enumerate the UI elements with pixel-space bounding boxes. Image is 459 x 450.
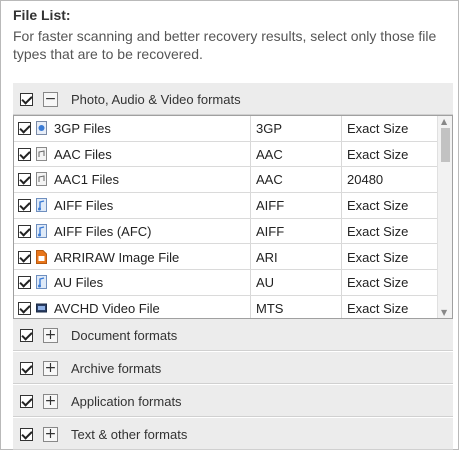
file-size: Exact Size — [347, 300, 409, 316]
file-name: AAC1 Files — [54, 172, 120, 188]
file-extension: AIFF — [256, 223, 285, 239]
group-checkbox[interactable] — [20, 428, 33, 441]
file-extension: AIFF — [256, 198, 285, 214]
row-checkbox[interactable] — [18, 173, 31, 187]
group-checkbox[interactable] — [20, 329, 33, 342]
group-label: Photo, Audio & Video formats — [71, 92, 241, 107]
file-name: AIFF Files — [54, 198, 114, 214]
music-file-icon — [36, 198, 47, 213]
row-checkbox[interactable] — [18, 122, 31, 135]
file-size: Exact Size — [347, 198, 409, 214]
music-file-icon — [36, 275, 47, 290]
scroll-up-icon[interactable]: ▲ — [441, 117, 447, 126]
file-size: 20480 — [347, 172, 384, 188]
table-row[interactable]: AAC Files AAC Exact Size — [14, 142, 438, 168]
file-extension: MTS — [256, 300, 284, 316]
row-checkbox[interactable] — [18, 250, 31, 264]
expand-toggle[interactable]: + — [43, 427, 58, 442]
file-name: AAC Files — [54, 146, 112, 162]
group-label: Archive formats — [71, 361, 162, 376]
file-name: AIFF Files (AFC) — [54, 223, 152, 239]
file-extension: AU — [256, 275, 275, 291]
file-size: Exact Size — [347, 121, 409, 136]
row-checkbox[interactable] — [18, 224, 31, 238]
table-row[interactable]: ARRIRAW Image File ARI Exact Size — [14, 245, 438, 271]
group-label: Text & other formats — [71, 427, 188, 442]
file-list-heading: File List: — [13, 7, 71, 23]
row-checkbox[interactable] — [18, 301, 31, 315]
audio-file-icon — [36, 146, 47, 161]
scroll-thumb[interactable] — [441, 128, 450, 162]
file-extension: AAC — [256, 172, 283, 188]
row-checkbox[interactable] — [18, 276, 31, 290]
group-label: Document formats — [71, 328, 178, 343]
file-size: Exact Size — [347, 223, 409, 239]
group-checkbox[interactable] — [20, 93, 33, 106]
table-row[interactable]: AU Files AU Exact Size — [14, 270, 438, 296]
scroll-down-icon[interactable]: ▼ — [441, 308, 447, 317]
music-file-icon — [36, 223, 47, 238]
file-name: ARRIRAW Image File — [54, 249, 180, 265]
group-archive[interactable]: + Archive formats — [13, 352, 453, 384]
video-file-icon — [36, 303, 47, 313]
expand-toggle[interactable]: + — [43, 328, 58, 343]
expand-toggle[interactable]: + — [43, 361, 58, 376]
group-text-other[interactable]: + Text & other formats — [13, 418, 453, 450]
file-list-description: For faster scanning and better recovery … — [13, 28, 437, 62]
file-size: Exact Size — [347, 275, 409, 291]
video-file-icon — [36, 121, 47, 135]
group-checkbox[interactable] — [20, 395, 33, 408]
file-type-table: 3GP Files 3GP Exact Size AAC Files AAC E… — [13, 115, 453, 319]
file-name: 3GP Files — [54, 121, 111, 136]
vertical-scrollbar[interactable]: ▲ ▼ — [437, 116, 452, 318]
file-size: Exact Size — [347, 249, 409, 265]
row-checkbox[interactable] — [18, 147, 31, 161]
collapse-toggle[interactable]: − — [43, 92, 58, 107]
file-extension: AAC — [256, 146, 283, 162]
file-size: Exact Size — [347, 146, 409, 162]
file-extension: 3GP — [256, 121, 283, 136]
file-extension: ARI — [256, 249, 278, 265]
row-checkbox[interactable] — [18, 199, 31, 213]
table-row[interactable]: AVCHD Video File MTS Exact Size — [14, 296, 438, 318]
file-name: AU Files — [54, 275, 104, 291]
file-name: AVCHD Video File — [54, 300, 160, 316]
group-checkbox[interactable] — [20, 362, 33, 375]
expand-toggle[interactable]: + — [43, 394, 58, 409]
group-photo-audio-video[interactable]: − Photo, Audio & Video formats — [13, 83, 453, 115]
group-application[interactable]: + Application formats — [13, 385, 453, 417]
table-row[interactable]: AAC1 Files AAC 20480 — [14, 167, 438, 194]
table-row[interactable]: 3GP Files 3GP Exact Size — [14, 116, 438, 142]
table-row[interactable]: AIFF Files AIFF Exact Size — [14, 193, 438, 219]
group-document[interactable]: + Document formats — [13, 319, 453, 351]
group-label: Application formats — [71, 394, 182, 409]
image-file-icon — [36, 249, 47, 264]
file-list-panel: File List: For faster scanning and bette… — [0, 0, 459, 450]
audio-file-icon — [36, 172, 47, 187]
table-row[interactable]: AIFF Files (AFC) AIFF Exact Size — [14, 219, 438, 245]
